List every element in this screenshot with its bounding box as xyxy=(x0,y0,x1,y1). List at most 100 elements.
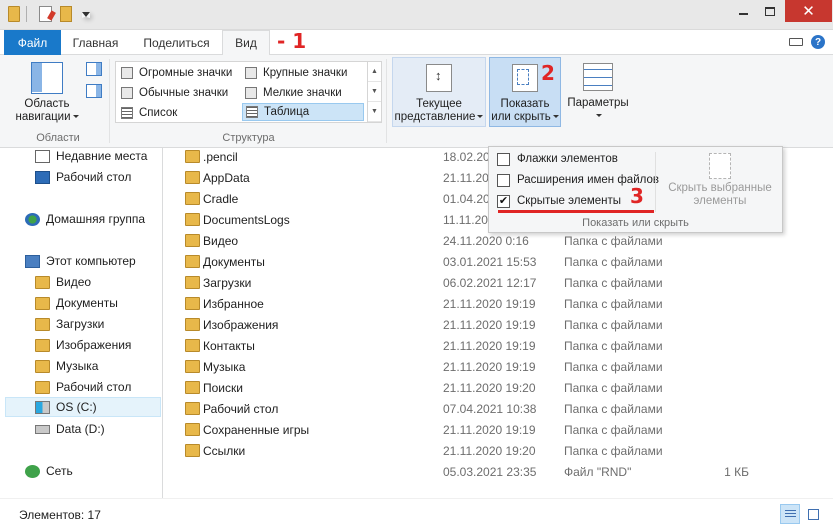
help-icon[interactable]: ? xyxy=(811,35,825,49)
folder-icon xyxy=(185,297,200,310)
layout-details[interactable]: Таблица xyxy=(242,103,364,121)
table-row[interactable]: Поиски 21.11.2020 19:20 Папка с файлами xyxy=(164,377,833,398)
tab-share[interactable]: Поделиться xyxy=(132,30,221,55)
file-name: DocumentsLogs xyxy=(203,212,290,227)
sidebar-item-this-pc[interactable]: Этот компьютер xyxy=(25,251,136,271)
layout-small-icons[interactable]: Мелкие значки xyxy=(242,84,364,102)
details-view-button[interactable] xyxy=(780,504,800,524)
sidebar-item-label: Загрузки xyxy=(56,317,105,331)
table-row[interactable]: 05.03.2021 23:35 Файл "RND" 1 КБ xyxy=(164,461,833,482)
folder-icon xyxy=(185,213,200,226)
group-separator xyxy=(109,59,110,143)
details-pane-icon[interactable] xyxy=(86,84,102,98)
folder-icon xyxy=(185,171,200,184)
sidebar-item-label: Недавние места xyxy=(56,149,148,163)
file-type: Папка с файлами xyxy=(564,317,663,332)
table-row[interactable]: Ссылки 21.11.2020 19:20 Папка с файлами xyxy=(164,440,833,461)
file-name: Изображения xyxy=(203,317,279,332)
minimize-button[interactable] xyxy=(730,0,756,22)
hidden-items-label: Скрытые элементы xyxy=(517,195,622,207)
file-date: 03.01.2021 15:53 xyxy=(443,254,537,269)
item-checkboxes-checkbox[interactable] xyxy=(497,152,510,166)
show-hide-label-2: или скрыть xyxy=(491,111,551,123)
file-extensions-checkbox[interactable] xyxy=(497,173,510,187)
scroll-down-icon[interactable]: ▼ xyxy=(368,82,381,102)
sort-icon xyxy=(426,64,452,92)
chevron-down-icon xyxy=(552,115,559,119)
layout-medium-icons[interactable]: Обычные значки xyxy=(118,84,242,102)
folder-icon xyxy=(185,234,200,247)
hidden-items-checkbox[interactable]: ✔ xyxy=(497,194,510,208)
properties-icon[interactable] xyxy=(39,6,52,22)
hide-selected-label-2: элементы xyxy=(693,195,747,207)
table-row[interactable]: Видео 24.11.2020 0:16 Папка с файлами xyxy=(164,230,833,251)
layout-extra-large-icons[interactable]: Огромные значки xyxy=(118,64,242,82)
layout-gallery-scroll: ▲ ▼ ▼ xyxy=(367,62,381,122)
scroll-up-icon[interactable]: ▲ xyxy=(368,62,381,82)
sidebar-item-homegroup[interactable]: Домашняя группа xyxy=(25,209,145,229)
expand-ribbon-icon[interactable] xyxy=(789,38,803,46)
table-row[interactable]: Изображения 21.11.2020 19:19 Папка с файла… xyxy=(164,314,833,335)
options-button[interactable]: Параметры xyxy=(563,57,633,127)
tab-view[interactable]: Вид xyxy=(222,30,270,56)
hidden-items-option[interactable]: ✔ Скрытые элементы xyxy=(497,191,621,211)
file-name: Загрузки xyxy=(203,275,252,290)
desktop-icon xyxy=(35,170,50,184)
table-row[interactable]: Музыка 21.11.2020 19:19 Папка с файлами xyxy=(164,356,833,377)
folder-icon xyxy=(185,381,200,394)
preview-pane-icon[interactable] xyxy=(86,62,102,76)
folder-icon xyxy=(185,192,200,205)
current-view-button[interactable]: Текущее представление xyxy=(392,57,486,127)
sidebar-item-drive-c[interactable]: OS (C:) xyxy=(5,397,161,417)
file-type: Папка с файлами xyxy=(564,254,663,269)
sidebar-item-videos[interactable]: Видео xyxy=(35,272,91,292)
hide-selected-label-1: Скрыть выбранные xyxy=(668,182,772,194)
file-name: .pencil xyxy=(203,149,238,164)
sidebar-item-recent-places[interactable]: Недавние места xyxy=(35,146,147,166)
file-date: 05.03.2021 23:35 xyxy=(443,464,537,479)
maximize-button[interactable] xyxy=(757,0,783,22)
table-row[interactable]: Документы 03.01.2021 15:53 Папка с файлами xyxy=(164,251,833,272)
file-date: 21.11.2020 19:19 xyxy=(443,338,536,353)
table-row[interactable]: Избранное 21.11.2020 19:19 Папка с файлами xyxy=(164,293,833,314)
close-button[interactable]: ✕ xyxy=(785,0,832,22)
layout-large-icons[interactable]: Крупные значки xyxy=(242,64,364,82)
sidebar-item-pc-desktop[interactable]: Рабочий стол xyxy=(35,377,131,397)
new-folder-icon[interactable] xyxy=(60,6,72,22)
hide-selected-button[interactable]: Скрыть выбранные элементы xyxy=(661,153,779,208)
folder-icon xyxy=(185,255,200,268)
sidebar-item-music[interactable]: Музыка xyxy=(35,356,98,376)
quick-access-dropdown-icon[interactable] xyxy=(82,12,90,18)
sidebar-item-downloads[interactable]: Загрузки xyxy=(35,314,104,334)
sidebar-item-drive-d[interactable]: Data (D:) xyxy=(35,419,105,439)
navigation-pane-button[interactable]: Область навигации xyxy=(12,59,82,129)
table-row[interactable]: Рабочий стол 07.04.2021 10:38 Папка с файл… xyxy=(164,398,833,419)
folder-icon xyxy=(185,444,200,457)
folder-icon xyxy=(185,150,200,163)
sidebar-item-label: Видео xyxy=(56,275,92,289)
table-row[interactable]: Сохраненные игры 21.11.2020 19:19 Папка с … xyxy=(164,419,833,440)
file-type: Папка с файлами xyxy=(564,359,663,374)
file-name: Видео xyxy=(203,233,239,248)
layout-list[interactable]: Список xyxy=(118,104,242,122)
chevron-down-icon xyxy=(477,115,484,119)
tab-file[interactable]: Файл xyxy=(4,30,61,55)
large-icons-view-button[interactable] xyxy=(803,504,823,524)
sidebar-item-pictures[interactable]: Изображения xyxy=(35,335,131,355)
layout-item-label: Крупные значки xyxy=(263,67,348,79)
sidebar-item-desktop[interactable]: Рабочий стол xyxy=(35,167,131,187)
sidebar-item-network[interactable]: Сеть xyxy=(25,461,73,481)
item-checkboxes-option[interactable]: Флажки элементов xyxy=(497,149,618,169)
table-row[interactable]: Контакты 21.11.2020 19:19 Папка с файлами xyxy=(164,335,833,356)
folder-icon xyxy=(35,275,50,289)
table-row[interactable]: Загрузки 06.02.2021 12:17 Папка с файлами xyxy=(164,272,833,293)
options-label: Параметры xyxy=(567,97,629,109)
sidebar-item-documents[interactable]: Документы xyxy=(35,293,118,313)
gallery-more-icon[interactable]: ▼ xyxy=(368,102,381,122)
folder-icon xyxy=(185,402,200,415)
chevron-down-icon xyxy=(596,114,602,118)
sidebar-item-label: OS (C:) xyxy=(56,400,97,414)
details-view-icon xyxy=(785,510,796,519)
tab-home[interactable]: Главная xyxy=(63,30,128,55)
ribbon: Область навигации Области Огромные значк… xyxy=(0,55,833,148)
